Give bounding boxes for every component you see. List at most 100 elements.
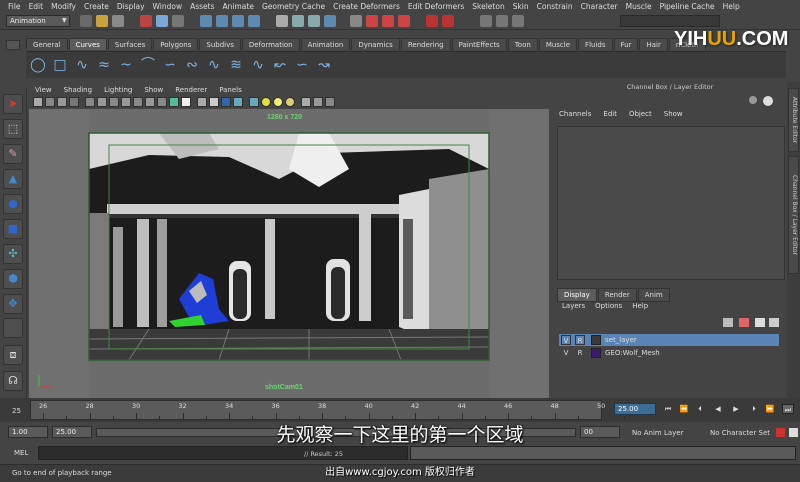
layer-visibility-toggle[interactable]: V	[561, 335, 571, 345]
gate-mask-icon[interactable]	[121, 97, 131, 107]
rotate-tool-icon[interactable]: ●	[3, 194, 23, 214]
menu-geometry-cache[interactable]: Geometry Cache	[258, 2, 329, 11]
menu-character[interactable]: Character	[577, 2, 622, 11]
rebuild-curve-icon[interactable]: ∽	[294, 57, 310, 73]
tab-hair[interactable]: Hair	[639, 38, 668, 50]
step-forward-frame-icon[interactable]: ⏵	[748, 404, 760, 414]
tab-curves[interactable]: Curves	[68, 38, 107, 50]
grid-icon[interactable]	[85, 97, 95, 107]
manipulator-tool-icon[interactable]: ✣	[3, 244, 23, 264]
snap-point-icon[interactable]	[232, 15, 244, 27]
channel-menu-object[interactable]: Object	[623, 110, 658, 118]
layer-menu-layers[interactable]: Layers	[557, 302, 590, 310]
render-view-icon[interactable]	[350, 15, 362, 27]
layer-tab-render[interactable]: Render	[597, 288, 637, 302]
snap-plane-icon[interactable]	[248, 15, 260, 27]
move-layer-up-icon[interactable]	[755, 318, 765, 327]
tab-fur[interactable]: Fur	[613, 38, 639, 50]
tab-muscle[interactable]: Muscle	[538, 38, 578, 50]
select-hierarchy-icon[interactable]	[140, 15, 152, 27]
outliner-layout-icon[interactable]: ☊	[3, 371, 23, 391]
extend-curve-icon[interactable]: ≋	[228, 57, 244, 73]
go-to-start-icon[interactable]: ⏮	[662, 404, 674, 414]
open-scene-icon[interactable]	[96, 15, 108, 27]
save-scene-icon[interactable]	[112, 15, 124, 27]
menu-muscle[interactable]: Muscle	[622, 2, 656, 11]
channel-menu-edit[interactable]: Edit	[597, 110, 623, 118]
bookmarks-icon[interactable]	[57, 97, 67, 107]
menu-edit[interactable]: Edit	[25, 2, 48, 11]
flat-shade-icon[interactable]	[209, 97, 219, 107]
step-forward-key-icon[interactable]: ⏩	[764, 404, 776, 414]
detach-curves-icon[interactable]: ∾	[184, 57, 200, 73]
panel-menu-show[interactable]: Show	[138, 84, 169, 96]
pencil-curve-icon[interactable]: ~	[118, 57, 134, 73]
quick-select-field[interactable]	[620, 15, 720, 27]
layer-row[interactable]: V R set_layer	[559, 334, 779, 346]
camera-viewport[interactable]: 1280 x 720 shotCam01	[29, 109, 549, 400]
menu-help[interactable]: Help	[719, 2, 744, 11]
shaded-icon[interactable]	[221, 97, 231, 107]
insert-knot-icon[interactable]: ∿	[206, 57, 222, 73]
tab-animation[interactable]: Animation	[300, 38, 351, 50]
create-layer-from-selected-icon[interactable]	[739, 318, 749, 327]
input-ops-icon[interactable]	[292, 15, 304, 27]
field-chart-icon[interactable]	[133, 97, 143, 107]
wireframe-icon[interactable]	[169, 97, 179, 107]
menu-create-deformers[interactable]: Create Deformers	[329, 2, 404, 11]
menu-create[interactable]: Create	[80, 2, 113, 11]
tool-settings-icon[interactable]	[512, 15, 524, 27]
shadows-icon[interactable]	[273, 97, 283, 107]
menu-skin[interactable]: Skin	[509, 2, 533, 11]
panel-menu-renderer[interactable]: Renderer	[169, 84, 213, 96]
layer-visibility-toggle[interactable]: V	[561, 348, 571, 358]
lasso-tool-icon[interactable]: ⬚	[3, 119, 23, 139]
history-icon[interactable]	[276, 15, 288, 27]
menu-skeleton[interactable]: Skeleton	[468, 2, 508, 11]
display-icon[interactable]	[325, 97, 335, 107]
channel-menu-show[interactable]: Show	[658, 110, 689, 118]
use-all-lights-icon[interactable]	[261, 97, 271, 107]
menu-file[interactable]: File	[4, 2, 25, 11]
tab-polygons[interactable]: Polygons	[153, 38, 199, 50]
menu-display[interactable]: Display	[113, 2, 149, 11]
panel-menu-lighting[interactable]: Lighting	[98, 84, 138, 96]
hud-toggle-icon[interactable]	[313, 97, 323, 107]
layer-reference-toggle[interactable]: R	[575, 335, 585, 345]
menu-pipeline-cache[interactable]: Pipeline Cache	[656, 2, 719, 11]
scale-tool-icon[interactable]: ■	[3, 219, 23, 239]
sidebar-toggle-icon[interactable]	[480, 15, 492, 27]
safe-title-icon[interactable]	[157, 97, 167, 107]
cv-curve-icon[interactable]: ∿	[74, 57, 90, 73]
image-plane-icon[interactable]	[69, 97, 79, 107]
channel-menu-channels[interactable]: Channels	[553, 110, 597, 118]
paint-select-icon[interactable]: ✎	[3, 144, 23, 164]
panel-menu-shading[interactable]: Shading	[58, 84, 98, 96]
layer-tab-anim[interactable]: Anim	[637, 288, 670, 302]
play-forwards-icon[interactable]: ▶	[730, 404, 742, 414]
go-to-end-icon[interactable]: ⏭	[782, 404, 794, 414]
channel-box-body[interactable]	[557, 126, 785, 280]
attach-curves-icon[interactable]: ∽	[162, 57, 178, 73]
arc-tool-icon[interactable]: ⌒	[140, 57, 156, 73]
nurbs-circle-icon[interactable]: ◯	[30, 57, 46, 73]
reverse-curve-icon[interactable]: ↜	[272, 57, 288, 73]
show-hypershade-icon[interactable]	[426, 15, 438, 27]
move-tool-icon[interactable]: ▲	[3, 169, 23, 189]
panel-menu-panels[interactable]: Panels	[213, 84, 248, 96]
menu-assets[interactable]: Assets	[186, 2, 218, 11]
smooth-shade-icon[interactable]	[197, 97, 207, 107]
safe-action-icon[interactable]	[145, 97, 155, 107]
shelf-menu-icon[interactable]	[6, 40, 20, 50]
output-ops-icon[interactable]	[308, 15, 320, 27]
channel-box-toggle-icon[interactable]	[763, 96, 773, 106]
play-backwards-icon[interactable]: ◀	[712, 404, 724, 414]
select-camera-icon[interactable]	[33, 97, 43, 107]
move-layer-down-icon[interactable]	[769, 318, 779, 327]
ep-curve-icon[interactable]: ≈	[96, 57, 112, 73]
command-input[interactable]	[38, 446, 408, 460]
tab-toon[interactable]: Toon	[507, 38, 538, 50]
layer-tab-display[interactable]: Display	[557, 288, 597, 302]
wireframe-on-shaded-icon[interactable]	[233, 97, 243, 107]
soft-mod-icon[interactable]: ⬢	[3, 269, 23, 289]
